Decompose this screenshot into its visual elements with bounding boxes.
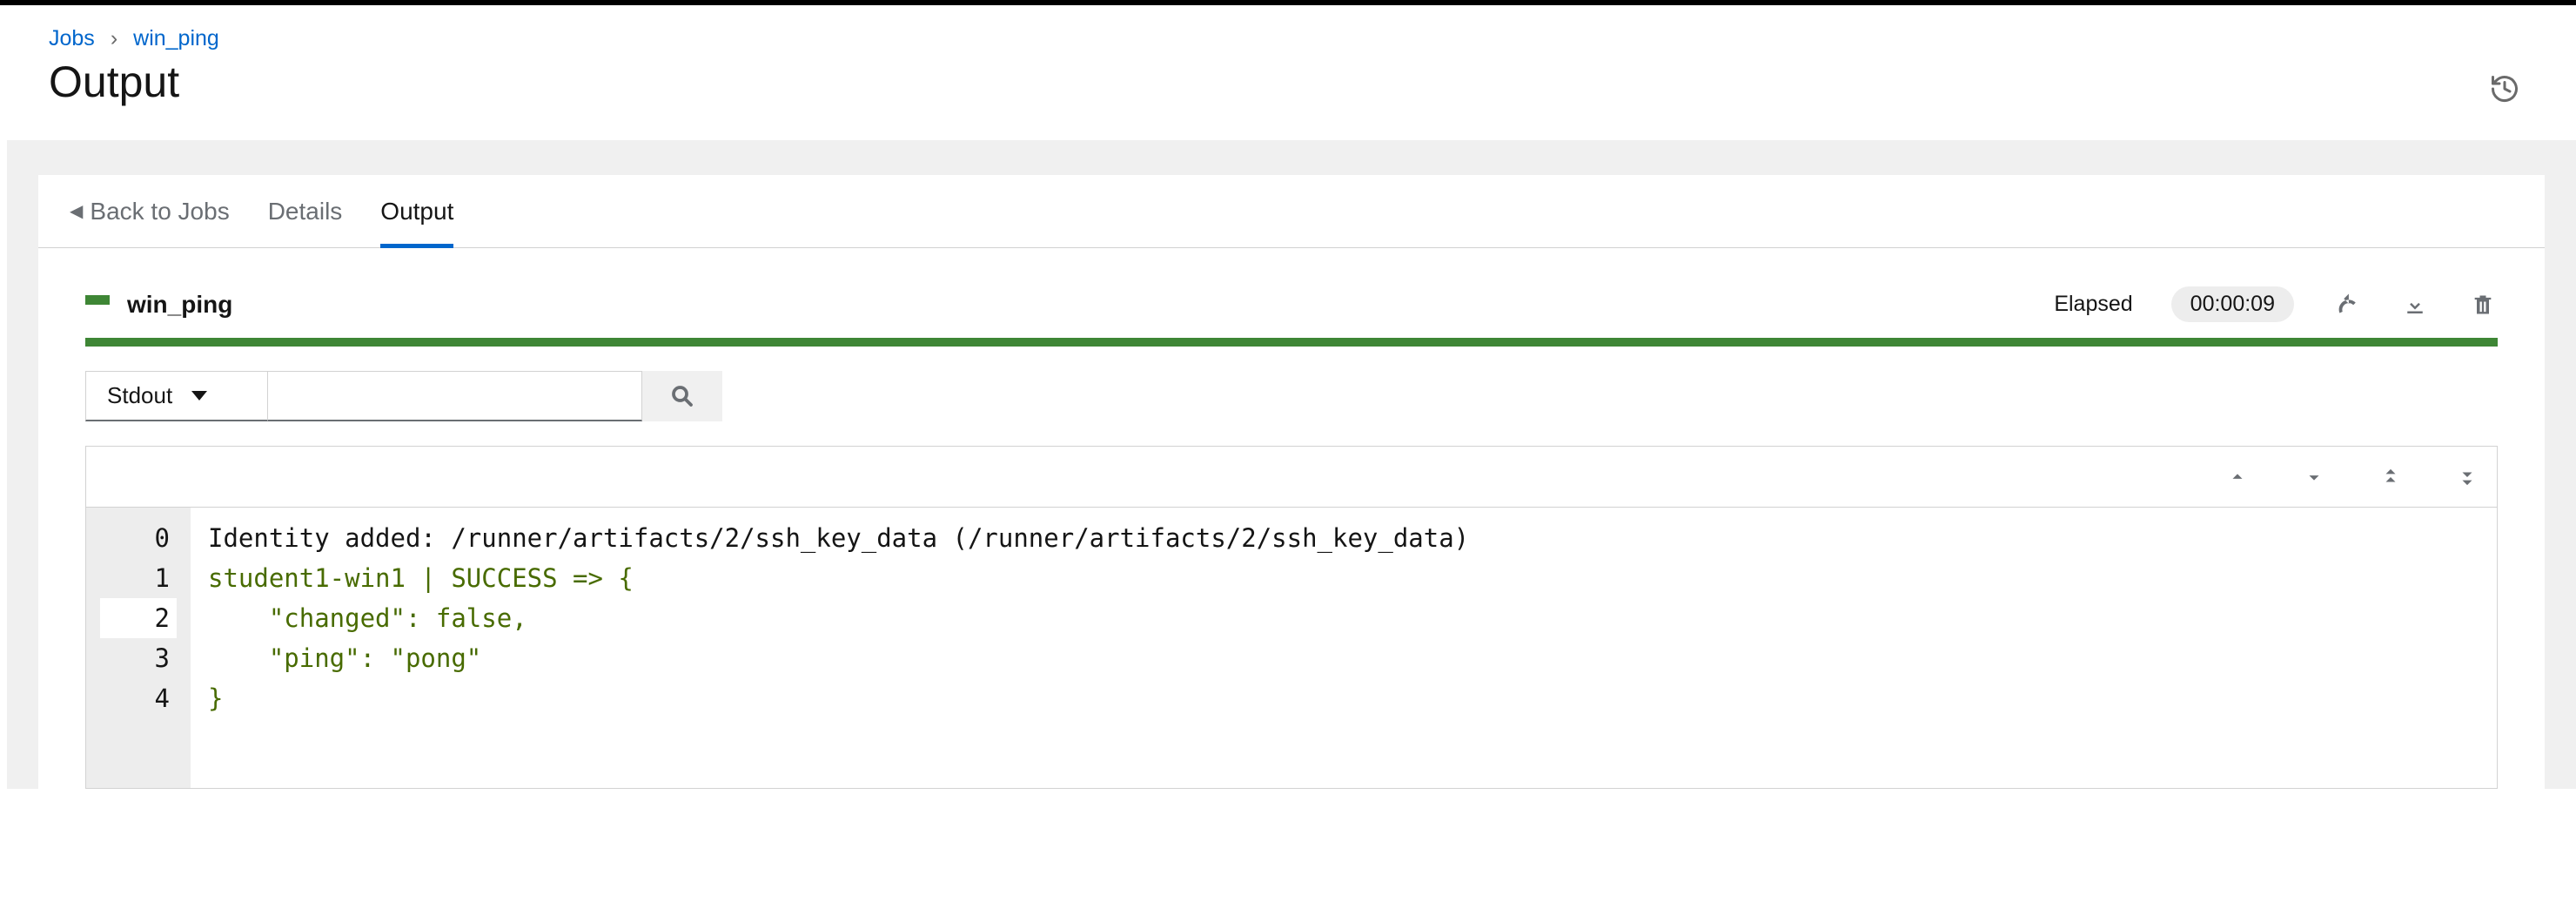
tab-output[interactable]: Output — [380, 175, 453, 247]
expand-down-icon[interactable] — [2302, 465, 2326, 489]
code-line: Identity added: /runner/artifacts/2/ssh_… — [208, 523, 1469, 553]
status-success-icon — [85, 295, 110, 314]
line-number: 4 — [100, 678, 177, 718]
tab-back-to-jobs[interactable]: ◀ Back to Jobs — [70, 175, 230, 247]
delete-icon[interactable] — [2468, 290, 2498, 320]
tabs: ◀ Back to Jobs Details Output — [38, 175, 2545, 248]
elapsed-value: 00:00:09 — [2171, 286, 2294, 322]
line-number: 2 — [100, 598, 177, 638]
tab-details[interactable]: Details — [268, 175, 343, 247]
breadcrumb-current[interactable]: win_ping — [133, 26, 219, 51]
stream-select-label: Stdout — [107, 382, 172, 409]
download-icon[interactable] — [2400, 290, 2430, 320]
tab-back-label: Back to Jobs — [90, 198, 229, 226]
search-input[interactable] — [268, 371, 642, 421]
history-icon[interactable] — [2489, 78, 2520, 111]
elapsed-label: Elapsed — [2054, 292, 2132, 317]
line-number: 0 — [100, 518, 177, 558]
collapse-up-icon[interactable] — [2225, 465, 2250, 489]
caret-down-icon — [191, 391, 207, 401]
progress-bar — [85, 338, 2498, 347]
line-number: 3 — [100, 638, 177, 678]
line-number: 1 — [100, 558, 177, 598]
code-line: student1-win1 | SUCCESS => { — [208, 563, 634, 593]
code-content: Identity added: /runner/artifacts/2/ssh_… — [191, 508, 1486, 788]
code-line: "ping": "pong" — [208, 643, 481, 673]
breadcrumb-jobs[interactable]: Jobs — [49, 26, 95, 51]
stream-select[interactable]: Stdout — [85, 371, 268, 421]
code-line: } — [208, 683, 223, 713]
scroll-top-icon[interactable] — [2378, 465, 2403, 489]
relaunch-icon[interactable] — [2332, 290, 2362, 320]
caret-left-icon: ◀ — [70, 200, 83, 222]
search-button[interactable] — [642, 371, 722, 421]
line-gutter: 0 1 2 3 4 — [86, 508, 191, 788]
job-name: win_ping — [127, 291, 232, 319]
page-title: Output — [49, 57, 219, 107]
scroll-bottom-icon[interactable] — [2455, 465, 2479, 489]
breadcrumb-separator: › — [111, 26, 117, 51]
output-box: 0 1 2 3 4 Identity added: /runner/artifa… — [85, 446, 2498, 789]
breadcrumb: Jobs › win_ping — [49, 26, 219, 51]
code-line: "changed": false, — [208, 603, 527, 633]
